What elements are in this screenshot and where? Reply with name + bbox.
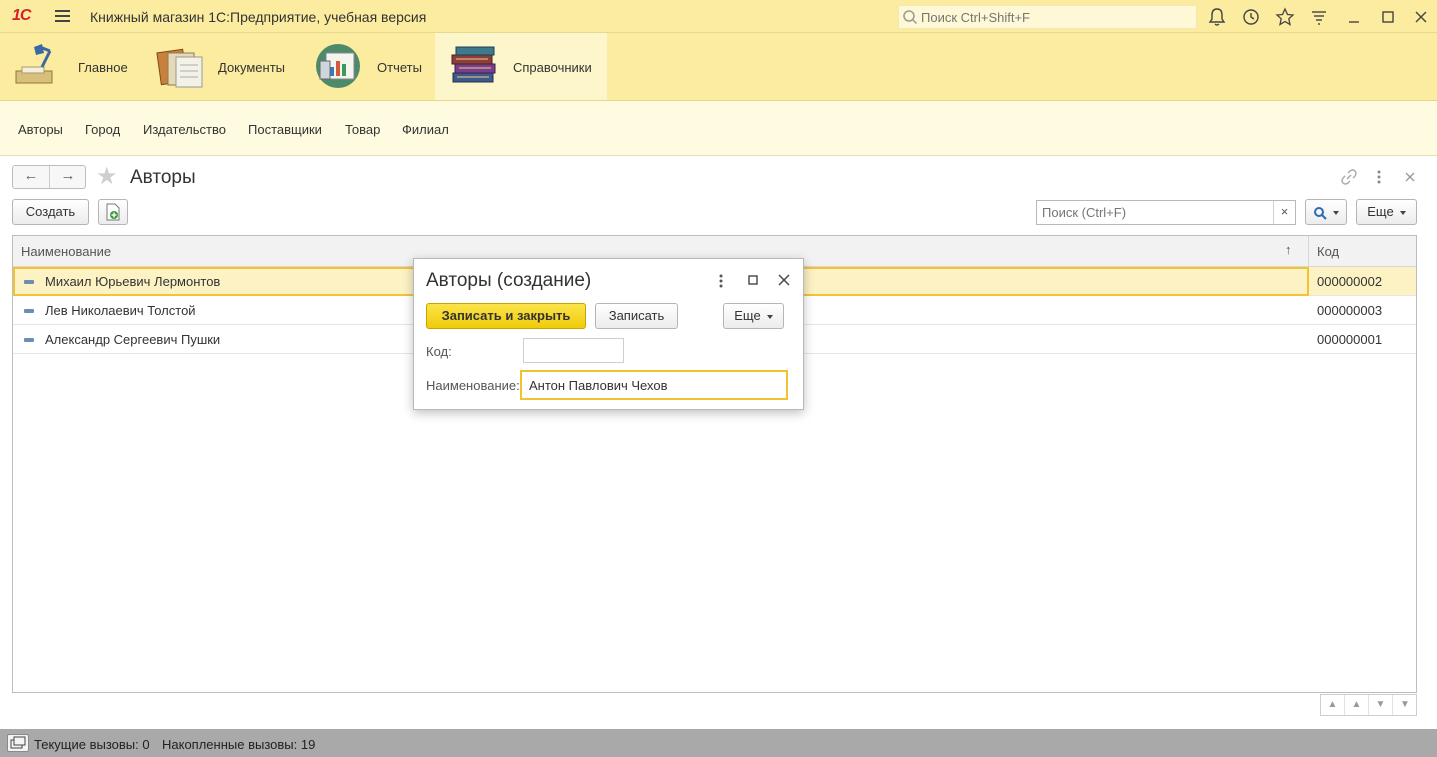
global-search[interactable] <box>898 5 1197 29</box>
dialog-more-button[interactable]: Еще <box>723 303 784 329</box>
desk-lamp-icon <box>15 44 53 84</box>
clear-search-button[interactable]: × <box>1273 201 1295 224</box>
more-vertical-icon[interactable] <box>1372 168 1386 186</box>
app-title: Книжный магазин 1С:Предприятие, учебная … <box>90 9 427 25</box>
reports-chart-icon <box>316 44 360 88</box>
list-search-input[interactable] <box>1040 203 1270 222</box>
hamburger-menu-icon[interactable] <box>55 10 70 22</box>
form-title: Авторы <box>130 167 196 188</box>
catalog-item-icon <box>24 309 34 313</box>
more-vertical-icon[interactable] <box>715 273 727 289</box>
section-main[interactable]: Главное <box>0 33 140 100</box>
scroll-top-icon[interactable]: ▲ <box>1321 695 1345 715</box>
documents-folder-icon <box>156 48 203 88</box>
books-stack-icon <box>451 46 496 83</box>
favorite-star-icon[interactable]: ★ <box>96 165 118 189</box>
nav-link-publisher[interactable]: Издательство <box>143 122 226 137</box>
scroll-down-icon[interactable]: ▼ <box>1369 695 1393 715</box>
sort-ascending-icon: ↑ <box>1285 242 1292 257</box>
section-label: Справочники <box>513 60 592 75</box>
document-add-icon <box>106 203 120 221</box>
scroll-up-icon[interactable]: ▲ <box>1345 695 1369 715</box>
favorites-star-icon[interactable] <box>1274 6 1296 28</box>
minimize-icon[interactable] <box>1343 6 1365 28</box>
filter-menu-icon[interactable] <box>1308 6 1330 28</box>
row-name: Александр Сергеевич Пушки <box>45 332 221 347</box>
chevron-down-icon <box>1333 210 1339 215</box>
nav-link-city[interactable]: Город <box>85 122 120 137</box>
search-icon <box>903 10 918 25</box>
dialog-title: Авторы (создание) <box>426 270 592 291</box>
navigation-panel: Авторы Город Издательство Поставщики Тов… <box>0 101 1437 156</box>
save-button[interactable]: Записать <box>595 303 678 329</box>
title-bar: 1С Книжный магазин 1С:Предприятие, учебн… <box>0 0 1437 33</box>
status-bar: Текущие вызовы: 0 Накопленные вызовы: 19 <box>0 729 1437 757</box>
section-label: Главное <box>78 60 128 75</box>
section-catalogs[interactable]: Справочники <box>435 33 607 100</box>
name-input[interactable] <box>527 377 777 394</box>
name-label: Наименование: <box>426 378 520 393</box>
list-search-field[interactable]: × <box>1036 200 1296 225</box>
code-label: Код: <box>426 344 452 359</box>
more-button[interactable]: Еще <box>1356 199 1417 225</box>
history-icon[interactable] <box>1240 6 1262 28</box>
close-icon[interactable] <box>776 272 792 288</box>
nav-link-goods[interactable]: Товар <box>345 122 380 137</box>
column-header-code[interactable]: Код <box>1317 244 1339 259</box>
copy-button[interactable] <box>98 199 128 225</box>
more-button-label: Еще <box>1367 204 1394 219</box>
chevron-down-icon <box>766 314 773 319</box>
search-icon <box>1314 206 1327 220</box>
row-code: 000000002 <box>1317 274 1383 289</box>
nav-link-authors[interactable]: Авторы <box>18 122 63 137</box>
scroll-bottom-icon[interactable]: ▼ <box>1393 695 1417 715</box>
global-search-input[interactable] <box>919 8 1189 26</box>
save-and-close-button[interactable]: Записать и закрыть <box>426 303 586 329</box>
current-calls: Текущие вызовы: 0 <box>34 737 150 752</box>
row-code: 000000001 <box>1317 332 1383 347</box>
create-author-dialog: Авторы (создание) Записать и закрыть Зап… <box>413 258 804 410</box>
nav-link-branch[interactable]: Филиал <box>402 122 449 137</box>
table-scroll-buttons: ▲ ▲ ▼ ▼ <box>1320 694 1417 716</box>
app-logo: 1С <box>12 7 31 24</box>
back-arrow-icon[interactable]: ← <box>13 166 49 188</box>
chevron-down-icon <box>1399 210 1406 215</box>
row-name: Михаил Юрьевич Лермонтов <box>45 274 221 289</box>
name-field[interactable] <box>520 370 788 400</box>
maximize-icon[interactable] <box>746 273 760 287</box>
row-name: Лев Николаевич Толстой <box>45 303 196 318</box>
sections-panel: Главное Документы Отчеты Справочники <box>0 33 1437 101</box>
windows-icon[interactable] <box>7 734 29 752</box>
code-field[interactable] <box>523 338 624 363</box>
row-code: 000000003 <box>1317 303 1383 318</box>
catalog-item-icon <box>24 338 34 342</box>
maximize-icon[interactable] <box>1377 6 1399 28</box>
history-nav-buttons: ← → <box>12 165 86 189</box>
bell-icon[interactable] <box>1206 6 1228 28</box>
catalog-item-icon <box>24 280 34 284</box>
section-documents[interactable]: Документы <box>148 33 296 100</box>
section-reports[interactable]: Отчеты <box>304 33 432 100</box>
column-header-name[interactable]: Наименование <box>21 244 111 259</box>
close-form-icon[interactable] <box>1403 170 1417 184</box>
section-label: Документы <box>218 60 286 75</box>
create-button[interactable]: Создать <box>12 199 89 225</box>
dialog-more-label: Еще <box>734 308 761 323</box>
forward-arrow-icon[interactable]: → <box>50 166 86 188</box>
nav-link-suppliers[interactable]: Поставщики <box>248 122 322 137</box>
link-icon[interactable] <box>1340 168 1358 186</box>
search-options-button[interactable] <box>1305 199 1347 225</box>
accumulated-calls: Накопленные вызовы: 19 <box>162 737 316 752</box>
section-label: Отчеты <box>377 60 422 75</box>
close-window-icon[interactable] <box>1410 6 1432 28</box>
